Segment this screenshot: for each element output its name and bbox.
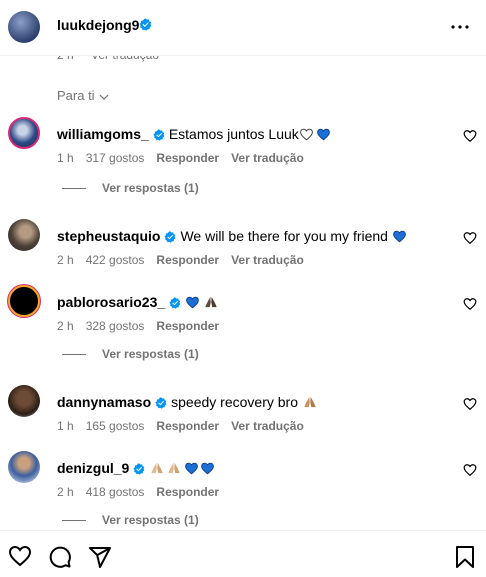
comment-text: We will be there for you my friend (180, 228, 388, 244)
comment-emojis (299, 126, 331, 142)
verified-badge-icon (169, 297, 181, 309)
commenter-avatar[interactable] (8, 117, 40, 149)
author-avatar[interactable] (8, 11, 40, 43)
chevron-down-icon (99, 94, 109, 100)
comment-meta: 2 h 422 gostos Responder Ver tradução (57, 253, 316, 267)
view-replies-button[interactable]: Ver respostas (1) (62, 181, 199, 195)
comment-likes[interactable]: 328 gostos (86, 319, 145, 333)
commenter-avatar[interactable] (8, 385, 40, 417)
view-replies-button[interactable]: Ver respostas (1) (62, 347, 199, 361)
reply-button[interactable]: Responder (156, 319, 219, 333)
like-heart-icon[interactable] (463, 297, 477, 311)
commenter-username[interactable]: pablorosario23_ (57, 294, 165, 310)
verified-badge-icon (133, 463, 145, 475)
comment-meta: 1 h 165 gostos Responder Ver tradução (57, 419, 316, 433)
comment-likes[interactable]: 422 gostos (86, 253, 145, 267)
comment-emojis (302, 394, 318, 410)
blue-heart-icon (185, 462, 199, 475)
comment-icon[interactable] (48, 545, 72, 569)
reply-button[interactable]: Responder (156, 485, 219, 499)
praying-hands-icon (151, 462, 164, 474)
blue-heart-icon (392, 230, 406, 243)
reply-button[interactable]: Responder (156, 151, 219, 165)
translate-button[interactable]: Ver tradução (231, 419, 304, 433)
post-actions-bar (0, 530, 486, 577)
comment-time: 1 h (57, 419, 74, 433)
blue-heart-icon (316, 128, 330, 141)
sort-label: Para ti (57, 88, 95, 103)
comment-meta: 2 h 328 gostos Responder (57, 319, 231, 333)
comment-line: denizgul_9 (57, 460, 215, 476)
translate-button[interactable]: Ver tradução (231, 151, 304, 165)
verified-badge-icon (164, 231, 176, 243)
view-replies-button[interactable]: Ver respostas (1) (62, 513, 199, 527)
view-replies-label: Ver respostas (1) (102, 513, 199, 527)
comment-likes[interactable]: 165 gostos (86, 419, 145, 433)
heart-icon[interactable] (8, 545, 32, 567)
commenter-username[interactable]: dannynamaso (57, 394, 151, 410)
author-username[interactable]: luukdejong9 (57, 17, 139, 33)
commenter-avatar[interactable] (8, 219, 40, 251)
view-replies-label: Ver respostas (1) (102, 181, 199, 195)
replies-divider (62, 188, 86, 190)
view-replies-label: Ver respostas (1) (102, 347, 199, 361)
comment-time: 2 h (57, 319, 74, 333)
verified-badge-icon (139, 18, 152, 31)
blue-heart-icon (201, 462, 215, 475)
like-heart-icon[interactable] (463, 463, 477, 477)
comment-line: williamgoms_ Estamos juntos Luuk (57, 126, 331, 142)
replies-divider (62, 520, 86, 522)
reply-button[interactable]: Responder (156, 253, 219, 267)
verified-badge-icon (155, 397, 167, 409)
comment-time: 2 h (57, 253, 74, 267)
comment-likes[interactable]: 317 gostos (86, 151, 145, 165)
commenter-username[interactable]: stepheustaquio (57, 228, 160, 244)
like-heart-icon[interactable] (463, 397, 477, 411)
comment-line: dannynamaso speedy recovery bro (57, 394, 318, 410)
reply-button[interactable]: Responder (156, 419, 219, 433)
comment-likes[interactable]: 418 gostos (86, 485, 145, 499)
white-heart-icon (299, 128, 313, 141)
verified-badge-icon (153, 129, 165, 141)
share-icon[interactable] (88, 545, 112, 569)
blue-heart-icon (186, 296, 200, 309)
comment-emojis (392, 228, 407, 244)
comment-time: 1 h (57, 151, 74, 165)
comment-meta: 2 h 418 gostos Responder (57, 485, 231, 499)
sort-selector[interactable]: Para ti (57, 88, 109, 103)
commenter-avatar[interactable] (8, 451, 40, 483)
commenter-avatar[interactable] (8, 285, 40, 317)
comment-text: Estamos juntos Luuk (168, 126, 299, 142)
like-heart-icon[interactable] (463, 129, 477, 143)
replies-divider (62, 354, 86, 356)
praying-hands-icon (168, 462, 181, 474)
comment-time: 2 h (57, 485, 74, 499)
translate-button[interactable]: Ver tradução (231, 253, 304, 267)
comment-emojis (149, 460, 215, 476)
commenter-username[interactable]: williamgoms_ (57, 126, 149, 142)
more-options-icon[interactable] (448, 15, 472, 39)
comment-line: pablorosario23_ (57, 294, 219, 310)
comment-text: speedy recovery bro (171, 394, 298, 410)
praying-hands-icon (205, 296, 217, 308)
comment-emojis (185, 294, 219, 310)
post-header: luukdejong9 (0, 0, 486, 56)
comment-line: stepheustaquio We will be there for you m… (57, 228, 407, 244)
commenter-username[interactable]: denizgul_9 (57, 460, 129, 476)
like-heart-icon[interactable] (463, 231, 477, 245)
save-icon[interactable] (454, 545, 476, 569)
praying-hands-icon (304, 396, 316, 408)
comment-meta: 1 h 317 gostos Responder Ver tradução (57, 151, 316, 165)
